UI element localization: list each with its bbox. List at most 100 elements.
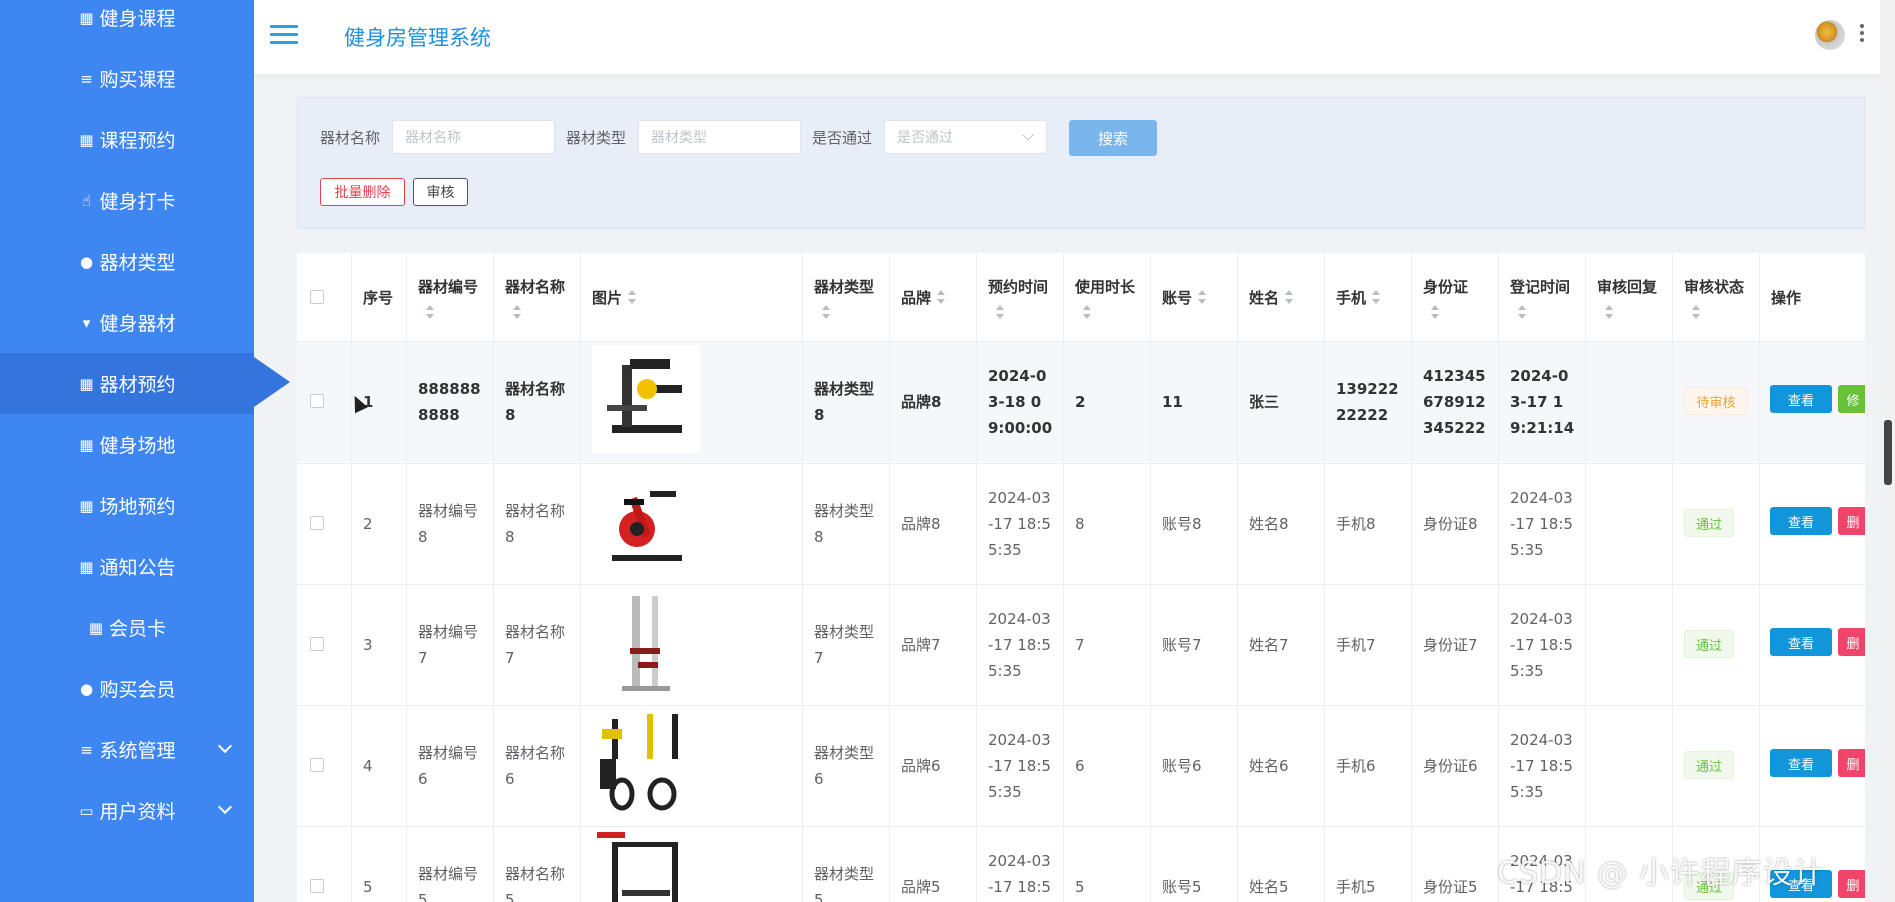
sort-icon[interactable] [513,304,521,319]
brand: 品牌5 [901,877,941,896]
sidebar-item[interactable]: ▾ 健身器材 [0,292,254,353]
sidebar-item[interactable]: ≡ 系统管理 [0,719,254,780]
equip-name-input[interactable]: 器材名称 [392,120,555,154]
sort-icon[interactable] [822,304,830,319]
column-header[interactable]: 账号 [1151,253,1238,341]
account: 账号6 [1162,756,1202,775]
equipment-image[interactable] [592,588,700,696]
row-checkbox[interactable] [310,637,324,651]
equip-name: 器材名称7 [505,622,566,667]
grid-icon: ▦ [79,496,94,515]
delete-button[interactable]: 删 [1838,507,1865,535]
column-header[interactable]: 器材类型 [803,253,890,341]
sort-icon[interactable] [1431,304,1439,319]
row-checkbox[interactable] [310,516,324,530]
column-header[interactable]: 手机 [1325,253,1412,341]
list-icon: ≡ [80,69,93,88]
delete-button[interactable]: 删 [1838,628,1865,656]
sidebar-item[interactable]: ● 器材类型 [0,231,254,292]
sort-icon[interactable] [1518,304,1526,319]
equip-code: 器材编号8 [418,501,479,546]
column-header[interactable]: 审核回复 [1586,253,1673,341]
sidebar-item[interactable]: ▦ 课程预约 [0,109,254,170]
booking-time: 2024-03-17 18:55:35 [988,851,1051,896]
data-table: 序号 器材编号 器材名称 图片 器材类型 品牌 预约时间 使用时长 账号 姓名 手机 身份证 登记时间 审… [297,253,1865,902]
grid-icon: ▦ [79,435,94,454]
column-header[interactable]: 器材名称 [494,253,581,341]
equipment-image[interactable] [592,345,700,453]
menu-toggle-icon[interactable] [270,25,298,45]
sidebar-item-label: 器材类型 [99,252,176,274]
view-button[interactable]: 查看 [1770,628,1832,656]
sort-icon[interactable] [1605,304,1613,319]
column-header-label: 器材编号 [418,277,479,296]
passed-select-value: 是否通过 [897,130,953,146]
audit-button[interactable]: 审核 [413,178,468,206]
delete-button[interactable]: 删 [1838,749,1865,777]
equipment-image[interactable] [592,467,700,575]
chevron-down-icon[interactable] [217,738,233,754]
sidebar-item[interactable]: ▭ 用户资料 [0,780,254,841]
person-name: 姓名5 [1249,877,1289,896]
row-index: 3 [363,635,373,654]
sidebar-item[interactable]: ▦ 健身课程 [0,0,254,48]
sort-icon[interactable] [1198,290,1207,304]
equip-type: 器材类型8 [814,501,875,546]
sort-icon[interactable] [996,304,1004,319]
sidebar-item[interactable]: ▦ 场地预约 [0,475,254,536]
sidebar-item[interactable]: ▦ 健身场地 [0,414,254,475]
row-checkbox[interactable] [310,879,324,893]
sidebar-item[interactable]: ● 购买会员 [0,658,254,719]
column-header[interactable]: 预约时间 [977,253,1064,341]
sidebar-item[interactable]: ▦ 会员卡 [0,597,254,658]
column-header[interactable]: 器材编号 [407,253,494,341]
delete-button[interactable]: 删 [1838,870,1865,898]
column-header-label: 预约时间 [988,277,1049,296]
sort-icon[interactable] [1692,304,1700,319]
sidebar-item-label: 购买课程 [99,69,176,91]
id-card: 身份证7 [1423,635,1478,654]
column-header[interactable]: 使用时长 [1064,253,1151,341]
column-header: 操作 [1760,253,1865,341]
sort-icon[interactable] [1083,304,1091,319]
avatar[interactable] [1815,20,1845,50]
sidebar-item[interactable]: ▦ 通知公告 [0,536,254,597]
equip-name: 器材名称8 [505,379,566,424]
equipment-image[interactable] [592,709,700,817]
row-checkbox[interactable] [310,394,324,408]
table-column [297,253,352,902]
equip-name: 器材名称6 [505,743,566,788]
sort-icon[interactable] [1285,290,1294,304]
equip-code: 器材编号5 [418,864,479,902]
sidebar-item[interactable]: ▦ 器材预约 [0,353,254,414]
id-card: 身份证6 [1423,756,1478,775]
audit-reply [1586,705,1673,826]
sort-icon[interactable] [1372,290,1381,304]
sidebar-item[interactable]: ≡ 购买课程 [0,48,254,109]
view-button[interactable]: 查看 [1770,749,1832,777]
sort-icon[interactable] [628,290,637,304]
scrollbar-thumb[interactable] [1884,420,1892,485]
search-button[interactable]: 搜索 [1069,120,1157,156]
batch-delete-button[interactable]: 批量删除 [320,178,405,206]
view-button[interactable]: 查看 [1770,507,1832,535]
sidebar-item[interactable]: ☝ 健身打卡 [0,170,254,231]
passed-select[interactable]: 是否通过 [884,120,1047,154]
view-button[interactable]: 查看 [1770,385,1832,413]
column-header[interactable]: 姓名 [1238,253,1325,341]
edit-button[interactable]: 修 [1838,385,1865,413]
more-vertical-icon[interactable] [1859,22,1865,46]
column-header[interactable]: 品牌 [890,253,977,341]
chevron-down-icon[interactable] [217,799,233,815]
sort-icon[interactable] [937,290,946,304]
column-header[interactable]: 登记时间 [1499,253,1586,341]
column-header[interactable]: 身份证 [1412,253,1499,341]
sort-icon[interactable] [426,304,434,319]
column-header[interactable]: 图片 [581,253,803,341]
column-header[interactable]: 审核状态 [1673,253,1760,341]
equip-type-input[interactable]: 器材类型 [638,120,801,154]
row-checkbox[interactable] [310,758,324,772]
equipment-image[interactable] [592,830,700,902]
select-all-checkbox[interactable] [310,290,324,304]
sidebar-item-label: 通知公告 [99,557,176,579]
